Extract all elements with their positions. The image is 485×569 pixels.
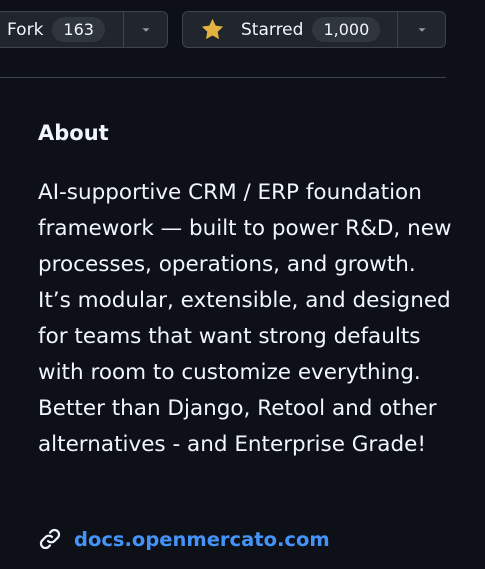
website-link-row: docs.openmercato.com bbox=[38, 523, 330, 555]
star-icon bbox=[201, 18, 224, 40]
about-heading: About bbox=[38, 121, 109, 145]
star-button-group: Starred 1,000 bbox=[182, 11, 446, 48]
star-count: 1,000 bbox=[312, 17, 381, 42]
repository-sidebar: Fork 163 Starred 1,000 About AI-supporti… bbox=[0, 0, 485, 569]
chevron-down-icon bbox=[142, 27, 149, 32]
fork-count: 163 bbox=[52, 17, 105, 42]
star-lists-dropdown-button[interactable] bbox=[397, 12, 445, 47]
section-divider bbox=[0, 77, 446, 78]
about-description: AI-supportive CRM / ERP foundation frame… bbox=[38, 180, 452, 457]
starred-button[interactable]: Starred 1,000 bbox=[183, 12, 397, 47]
website-link[interactable]: docs.openmercato.com bbox=[74, 528, 330, 551]
fork-button-group: Fork 163 bbox=[0, 11, 168, 48]
link-icon bbox=[39, 528, 61, 550]
chevron-down-icon bbox=[418, 27, 425, 32]
fork-button[interactable]: Fork 163 bbox=[0, 12, 123, 47]
fork-dropdown-button[interactable] bbox=[123, 12, 167, 47]
fork-label: Fork bbox=[7, 19, 44, 40]
starred-label: Starred bbox=[241, 19, 304, 40]
